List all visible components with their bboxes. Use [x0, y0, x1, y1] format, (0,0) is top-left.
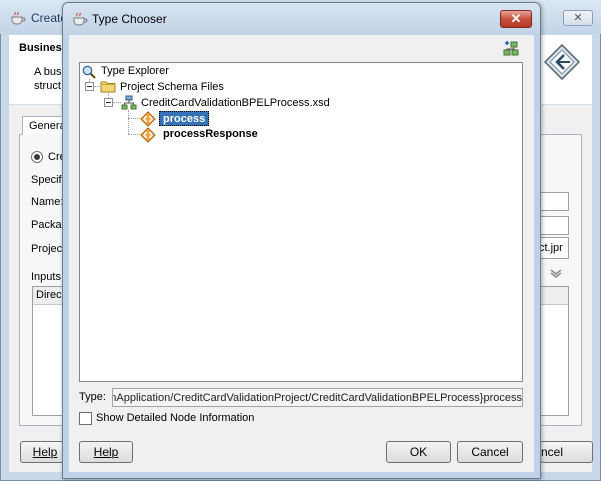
- tree-folder-label[interactable]: Project Schema Files: [120, 81, 224, 93]
- help-button[interactable]: Help: [79, 441, 133, 463]
- magnifier-icon: [82, 65, 96, 79]
- tree-element-process[interactable]: process: [159, 111, 210, 126]
- new-type-icon[interactable]: [503, 41, 519, 57]
- collapse-icon[interactable]: [85, 82, 94, 91]
- type-explorer-tree[interactable]: [79, 62, 523, 382]
- help-button-label: Help: [93, 445, 119, 459]
- xsd-schema-icon: [121, 95, 137, 111]
- tree-guide-line: [128, 110, 129, 134]
- element-icon: [140, 127, 156, 143]
- background-package-field[interactable]: [539, 216, 569, 235]
- background-header-description: A bus: [34, 66, 62, 78]
- cancel-button[interactable]: Cancel: [457, 441, 523, 463]
- show-detail-label[interactable]: Show Detailed Node Information: [96, 412, 254, 424]
- ok-button[interactable]: OK: [386, 441, 451, 463]
- type-label: Type:: [79, 391, 106, 403]
- tree-guide-line: [113, 102, 121, 103]
- background-cancel-button[interactable]: ncel: [540, 441, 593, 463]
- tree-element-processResponse[interactable]: processResponse: [163, 128, 258, 140]
- coffee-cup-icon: [10, 10, 26, 26]
- tree-guide-line: [128, 134, 140, 135]
- element-icon: [140, 111, 156, 127]
- background-project-field[interactable]: ct.jpr: [538, 237, 569, 259]
- background-help-label: Help: [32, 445, 58, 459]
- tree-guide-line: [128, 118, 140, 119]
- background-close-button[interactable]: ✕: [563, 10, 593, 26]
- show-detail-checkbox[interactable]: [79, 412, 92, 425]
- tree-file-label[interactable]: CreditCardValidationBPELProcess.xsd: [141, 97, 330, 109]
- background-header-title: Busines: [19, 42, 62, 54]
- background-radio-button[interactable]: [31, 151, 43, 163]
- background-inputs-label: Inputs: [31, 271, 61, 283]
- dialog-title: Type Chooser: [92, 12, 167, 26]
- chevron-down-icon[interactable]: [549, 266, 563, 280]
- tree-root-label[interactable]: Type Explorer: [101, 65, 169, 77]
- background-project-label: Projec: [31, 243, 63, 255]
- collapse-icon[interactable]: [104, 98, 113, 107]
- background-specify-label: Specif: [31, 174, 62, 186]
- coffee-cup-icon: [72, 11, 88, 27]
- type-field-value: ionApplication/CreditCardValidationProje…: [112, 392, 522, 404]
- background-name-field[interactable]: [539, 192, 569, 211]
- type-field[interactable]: ionApplication/CreditCardValidationProje…: [112, 388, 523, 407]
- background-tab-general[interactable]: Genera: [22, 116, 66, 135]
- dialog-close-button[interactable]: ✕: [500, 10, 532, 28]
- bpel-logo-icon: [543, 43, 581, 81]
- background-header-description: struct: [34, 80, 61, 92]
- background-name-label: Name:: [31, 196, 64, 208]
- folder-icon: [100, 79, 116, 93]
